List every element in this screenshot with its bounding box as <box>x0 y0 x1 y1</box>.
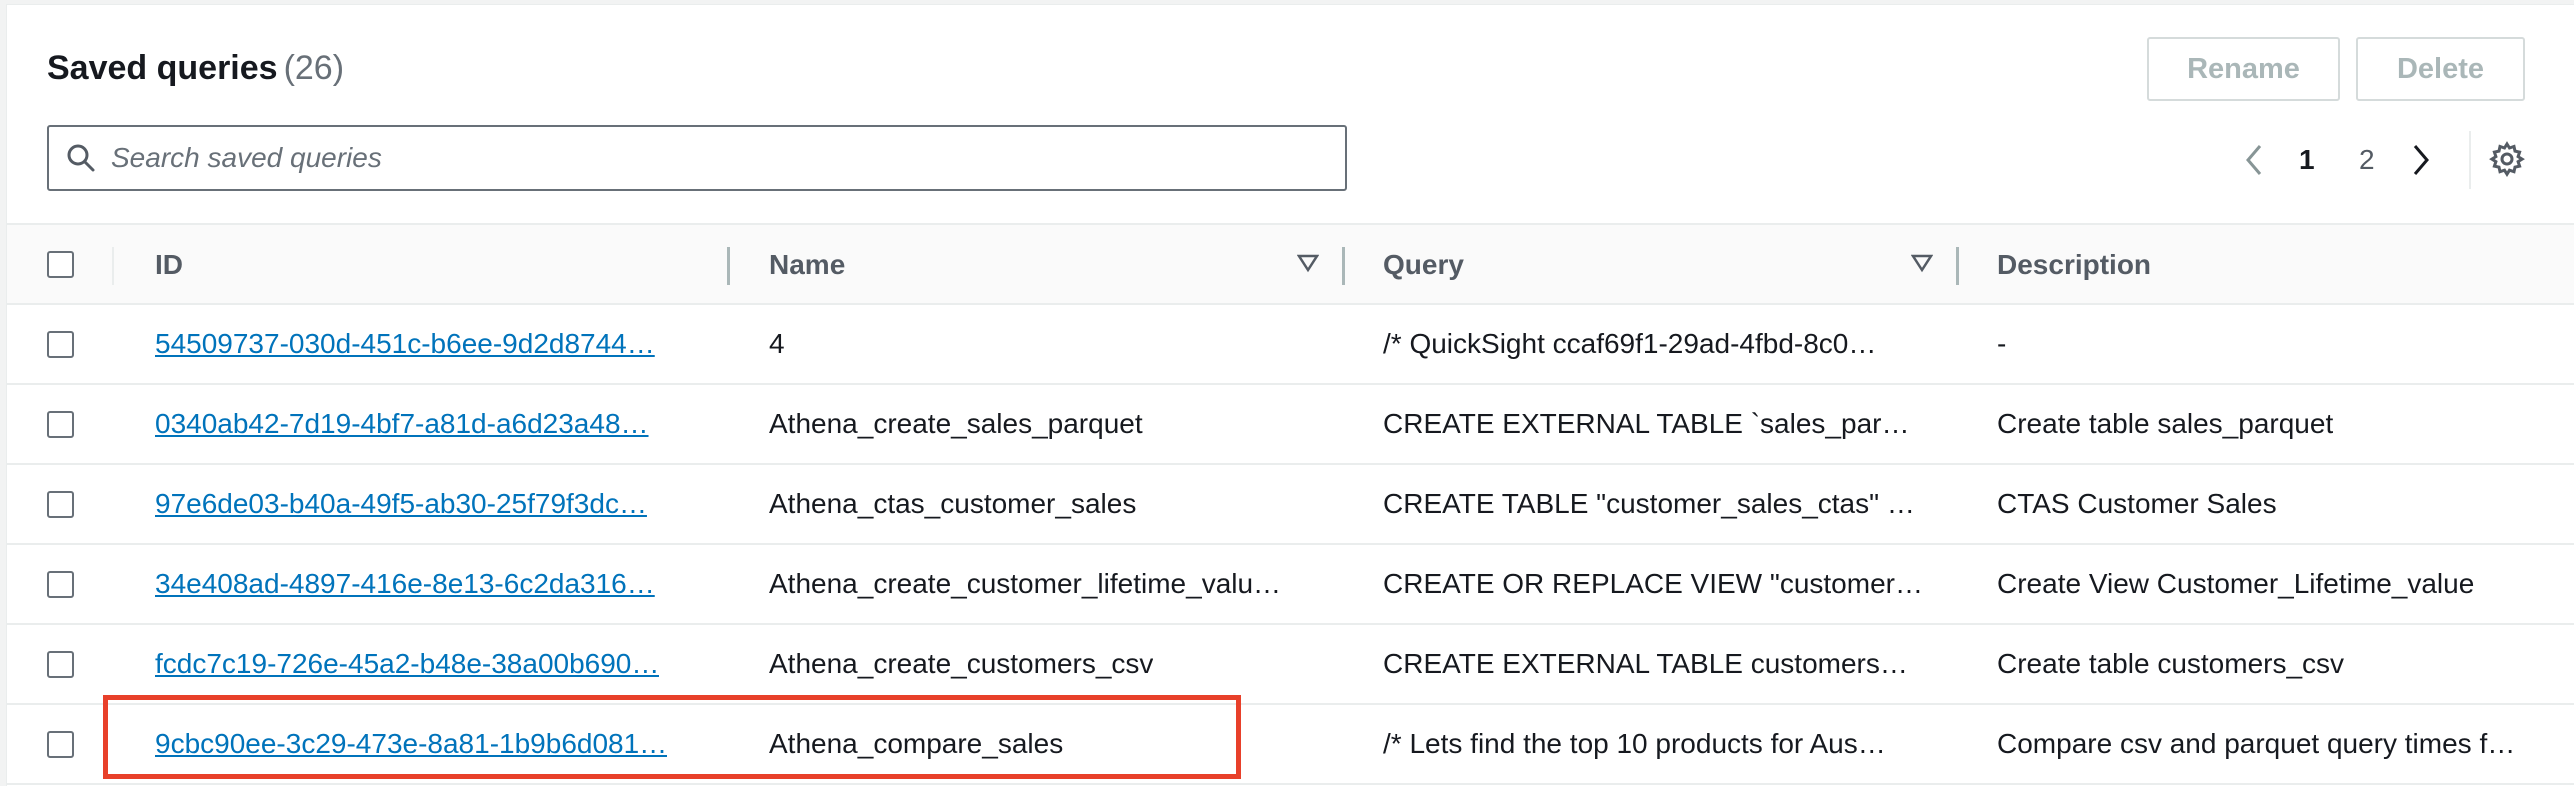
query-name: 4 <box>769 328 785 359</box>
query-count: (26) <box>283 49 345 87</box>
pagination-divider <box>2469 131 2471 189</box>
query-text: CREATE OR REPLACE VIEW "customer_l… <box>1383 568 1923 599</box>
table-row[interactable]: 97e6de03-b40a-49f5-ab30-25f79f3dc… Athen… <box>7 465 2574 545</box>
query-text: /* QuickSight ccaf69f1-29ad-4fbd-8c0… <box>1383 328 1877 359</box>
search-input[interactable] <box>111 127 1345 189</box>
table-row[interactable]: fcdc7c19-726e-45a2-b48e-38a00b690… Athen… <box>7 625 2574 705</box>
column-resizer-query[interactable] <box>1956 247 1959 285</box>
row-checkbox[interactable] <box>47 731 74 758</box>
column-header-query[interactable]: Query <box>1383 225 1464 305</box>
query-id-link[interactable]: 0340ab42-7d19-4bf7-a81d-a6d23a48… <box>155 408 649 440</box>
delete-button[interactable]: Delete <box>2356 37 2525 101</box>
search-box[interactable] <box>47 125 1347 191</box>
sort-triangle-icon[interactable] <box>1297 253 1319 273</box>
column-divider <box>112 247 114 285</box>
query-description: Create table sales_parquet <box>1997 408 2334 439</box>
row-checkbox[interactable] <box>47 651 74 678</box>
query-description: - <box>1997 328 2007 359</box>
chevron-left-icon <box>2246 145 2262 175</box>
query-name: Athena_create_sales_parquet <box>769 408 1143 439</box>
rename-button[interactable]: Rename <box>2147 37 2340 101</box>
next-page-button[interactable] <box>2409 135 2433 185</box>
select-all-checkbox[interactable] <box>47 251 74 278</box>
query-id-link[interactable]: 54509737-030d-451c-b6ee-9d2d8744… <box>155 328 655 360</box>
page-title-text: Saved queries <box>47 49 278 87</box>
column-header-description[interactable]: Description <box>1997 225 2151 305</box>
query-id-link[interactable]: 34e408ad-4897-416e-8e13-6c2da316… <box>155 568 655 600</box>
query-description: CTAS Customer Sales <box>1997 488 2277 519</box>
column-header-id[interactable]: ID <box>155 225 183 305</box>
gear-icon <box>2489 141 2525 178</box>
sort-triangle-icon[interactable] <box>1911 253 1933 273</box>
column-resizer-name[interactable] <box>1342 247 1345 285</box>
page-2-button[interactable]: 2 <box>2359 135 2375 185</box>
page-1-button[interactable]: 1 <box>2299 135 2315 185</box>
page-title: Saved queries (26) <box>47 49 344 88</box>
query-description: Compare csv and parquet query times f… <box>1997 728 2516 759</box>
previous-page-button[interactable] <box>2242 135 2266 185</box>
query-name: Athena_compare_sales <box>769 728 1064 759</box>
query-name: Athena_create_customer_lifetime_valu… <box>769 568 1282 599</box>
table-header: ID Name Query Description <box>7 223 2574 305</box>
row-checkbox[interactable] <box>47 411 74 438</box>
query-id-link[interactable]: 97e6de03-b40a-49f5-ab30-25f79f3dc… <box>155 488 647 520</box>
row-checkbox[interactable] <box>47 331 74 358</box>
saved-queries-panel: Saved queries(26) Rename Delete 1 2 <box>6 4 2574 786</box>
table-row[interactable]: 9cbc90ee-3c29-473e-8a81-1b9b6d081… Athen… <box>7 705 2574 785</box>
chevron-right-icon <box>2413 145 2429 175</box>
query-text: CREATE EXTERNAL TABLE `sales_parqu… <box>1383 408 1923 439</box>
query-name: Athena_create_customers_csv <box>769 648 1154 679</box>
query-description: Create View Customer_Lifetime_value <box>1997 568 2475 599</box>
query-name: Athena_ctas_customer_sales <box>769 488 1137 519</box>
column-header-name[interactable]: Name <box>769 225 845 305</box>
row-checkbox[interactable] <box>47 571 74 598</box>
query-text: /* Lets find the top 10 products for Aus… <box>1383 728 1886 759</box>
query-description: Create table customers_csv <box>1997 648 2345 679</box>
query-id-link[interactable]: 9cbc90ee-3c29-473e-8a81-1b9b6d081… <box>155 728 667 760</box>
column-resizer-id[interactable] <box>727 247 730 285</box>
query-text: CREATE EXTERNAL TABLE customers_cs… <box>1383 648 1923 679</box>
query-text: CREATE TABLE "customer_sales_ctas" … <box>1383 488 1915 519</box>
row-checkbox[interactable] <box>47 491 74 518</box>
search-icon <box>67 144 95 172</box>
table-row[interactable]: 34e408ad-4897-416e-8e13-6c2da316… Athena… <box>7 545 2574 625</box>
preferences-button[interactable] <box>2489 141 2525 182</box>
table-row[interactable]: 54509737-030d-451c-b6ee-9d2d8744… 4 /* Q… <box>7 305 2574 385</box>
table-row[interactable]: 0340ab42-7d19-4bf7-a81d-a6d23a48… Athena… <box>7 385 2574 465</box>
saved-queries-table: ID Name Query Description 54509737-030d-… <box>7 223 2574 785</box>
query-id-link[interactable]: fcdc7c19-726e-45a2-b48e-38a00b690… <box>155 648 659 680</box>
